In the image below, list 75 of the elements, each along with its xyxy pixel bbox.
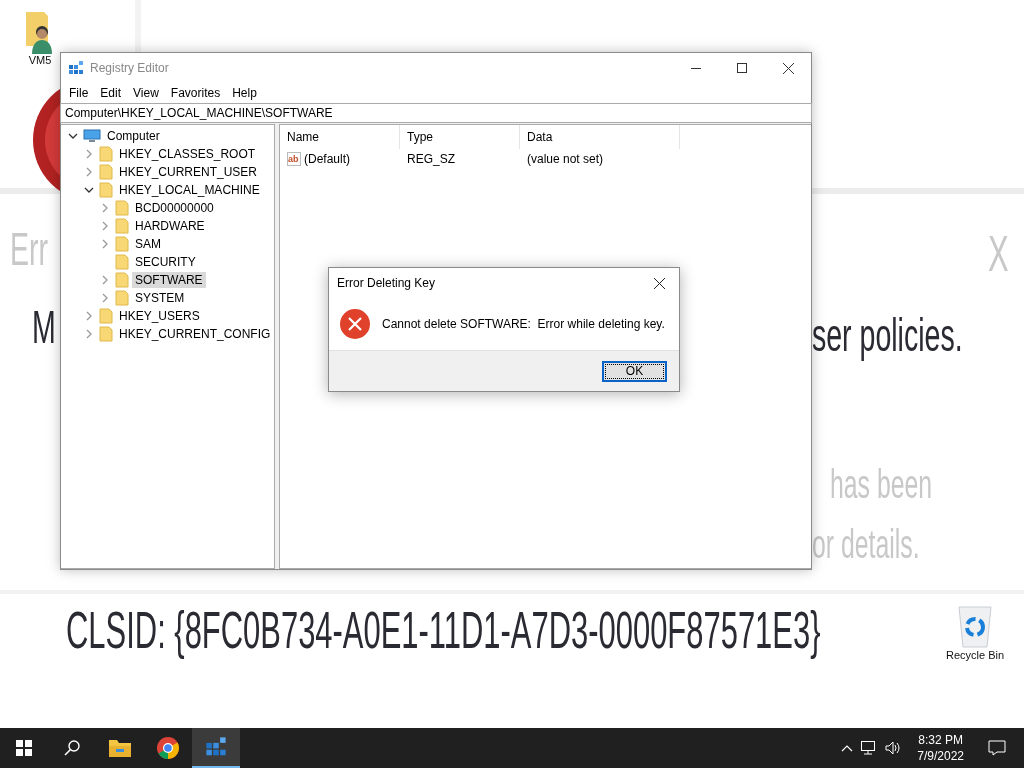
chevron-right-icon[interactable] (86, 329, 92, 339)
folder-icon (99, 146, 113, 162)
folder-icon (99, 182, 113, 198)
chevron-right-icon[interactable] (86, 149, 92, 159)
dialog-title: Error Deleting Key (337, 276, 437, 290)
menu-item[interactable]: View (127, 83, 165, 103)
menu-item[interactable]: Favorites (164, 83, 227, 103)
window-title: Registry Editor (90, 61, 170, 75)
wallpaper-text: M (32, 300, 56, 354)
tree-item[interactable]: HKEY_CURRENT_CONFIG (116, 326, 274, 342)
column-header[interactable]: Name (280, 125, 400, 149)
folder-icon (99, 326, 113, 342)
registry-icon (68, 60, 84, 76)
folder-icon (115, 200, 129, 216)
tree-item[interactable]: SAM (132, 236, 164, 252)
menu-item[interactable]: Help (226, 83, 263, 103)
maximize-icon (737, 63, 747, 73)
string-value-icon: ab (286, 151, 302, 167)
wallpaper-text: CLSID: {8FC0B734-A0E1-11D1-A7D3-0000F87571E3} (66, 600, 821, 660)
tree-item[interactable]: HKEY_CLASSES_ROOT (116, 146, 259, 162)
tree-item[interactable]: HKEY_USERS (116, 308, 203, 324)
folder-icon (99, 308, 113, 324)
tree-item[interactable]: BCD00000000 (132, 200, 217, 216)
folder-icon (99, 164, 113, 180)
search-icon (64, 740, 80, 756)
table-cell-text: REG_SZ (406, 152, 456, 166)
chevron-right-icon[interactable] (102, 203, 108, 213)
folder-icon (115, 254, 129, 270)
column-header[interactable]: Data (520, 125, 680, 149)
table-cell: (Default) (304, 152, 350, 166)
notification-icon[interactable] (988, 740, 1006, 756)
ok-button[interactable]: OK (602, 360, 667, 382)
chevron-right-icon[interactable] (102, 275, 108, 285)
tree-item[interactable]: SYSTEM (132, 290, 188, 306)
column-header[interactable]: Type (400, 125, 520, 149)
registry-icon (205, 736, 227, 758)
chevron-down-icon[interactable] (84, 187, 94, 193)
menu-item[interactable]: Edit (94, 83, 128, 103)
windows-logo-icon (16, 740, 32, 756)
chevron-right-icon[interactable] (102, 239, 108, 249)
chevron-right-icon[interactable] (102, 293, 108, 303)
computer-icon (83, 129, 101, 143)
recycle-bin-icon[interactable] (955, 603, 995, 649)
error-icon (339, 308, 371, 340)
folder-icon (115, 272, 129, 288)
menu-item[interactable]: File (63, 83, 95, 103)
volume-icon[interactable] (885, 741, 902, 755)
tree-item[interactable]: SECURITY (132, 254, 199, 270)
tree-item[interactable]: Computer (104, 128, 163, 144)
chevron-down-icon[interactable] (68, 133, 78, 139)
close-icon (782, 62, 794, 74)
folder-icon (115, 218, 129, 234)
minimize-icon (691, 67, 701, 69)
tree-item[interactable]: HKEY_CURRENT_USER (116, 164, 261, 180)
chevron-right-icon[interactable] (86, 167, 92, 177)
address-field[interactable]: Computer\HKEY_LOCAL_MACHINE\SOFTWARE (60, 103, 812, 123)
close-icon (653, 277, 665, 289)
tree-item[interactable]: SOFTWARE (132, 272, 206, 288)
chevron-right-icon[interactable] (86, 311, 92, 321)
chevron-right-icon[interactable] (102, 221, 108, 231)
network-icon[interactable] (861, 741, 878, 755)
clock-time[interactable]: 8:32 PM (918, 732, 963, 748)
folder-icon (115, 290, 129, 306)
tree-item[interactable]: HKEY_LOCAL_MACHINE (116, 182, 263, 198)
clock-date[interactable]: 7/9/2022 (917, 748, 964, 764)
wallpaper-text: ser policies. (812, 308, 963, 362)
error-message: Cannot delete SOFTWARE: Error while deleting key. (382, 317, 665, 331)
folder-icon (115, 236, 129, 252)
chevron-up-icon[interactable] (841, 744, 854, 752)
table-cell-text: (value not set) (526, 152, 605, 166)
folder-icon (108, 738, 132, 758)
desktop-icon-label[interactable]: VM5 (28, 54, 52, 66)
tree-item[interactable]: HARDWARE (132, 218, 208, 234)
browser-icon (156, 736, 180, 760)
desktop-icon-label[interactable]: Recycle Bin (945, 649, 1005, 661)
